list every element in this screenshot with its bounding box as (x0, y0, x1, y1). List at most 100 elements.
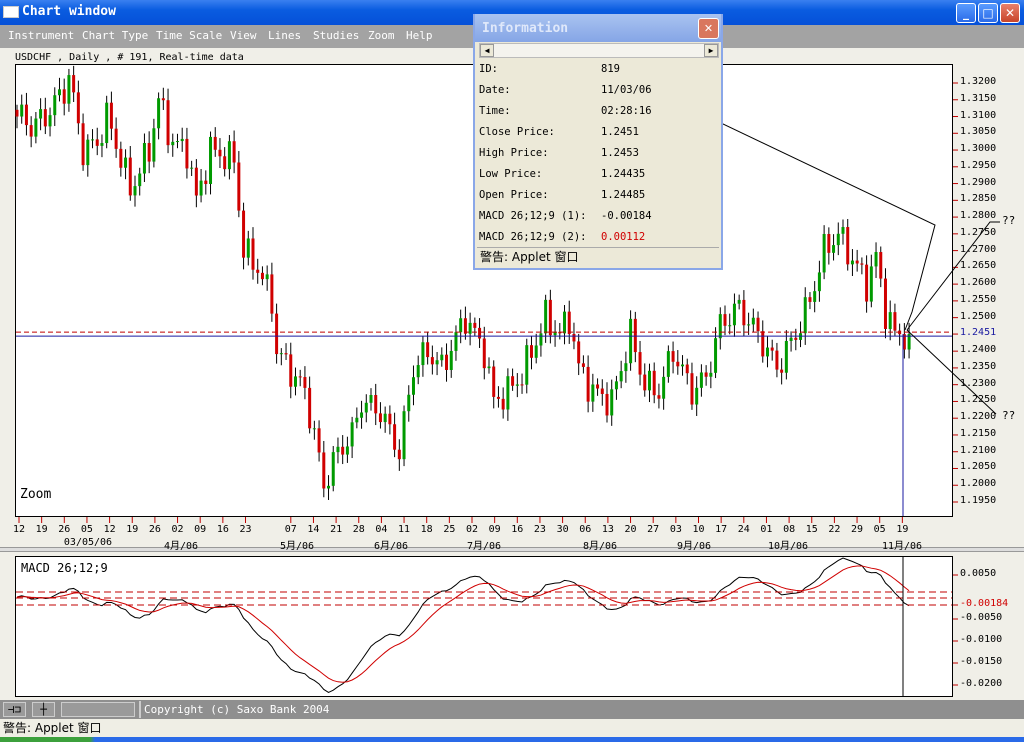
date-tick-label: 30 (556, 524, 569, 535)
month-label: 03/05/06 (63, 537, 113, 548)
date-tick-label: 04 (375, 524, 388, 535)
price-tick-label: 1.2100 (960, 444, 997, 456)
crosshair-button[interactable]: ┼ (32, 702, 55, 717)
pane-splitter[interactable] (0, 547, 1024, 552)
menu-chart-type[interactable]: Chart Type (82, 29, 148, 42)
month-label: 9月/06 (676, 541, 712, 552)
close-button[interactable]: ✕ (1000, 3, 1020, 23)
date-tick-label: 01 (760, 524, 773, 535)
price-tick-label: 1.2500 (960, 310, 997, 322)
pin-button[interactable]: ⊣⊐ (3, 702, 26, 717)
price-tick-label: 1.2050 (960, 461, 997, 473)
maximize-button[interactable]: □ (978, 3, 998, 23)
info-value: 1.2453 (601, 147, 639, 159)
price-tick-label: 1.2250 (960, 394, 997, 406)
info-value: 11/03/06 (601, 84, 652, 96)
date-tick-label: 13 (601, 524, 614, 535)
date-tick-label: 16 (511, 524, 524, 535)
date-tick-label: 25 (443, 524, 456, 535)
date-tick-label: 19 (126, 524, 139, 535)
info-title-bar[interactable]: Information ✕ (475, 14, 721, 42)
menu-instrument[interactable]: Instrument (8, 29, 74, 42)
date-tick-label: 23 (533, 524, 546, 535)
price-tick-label: 1.1950 (960, 495, 997, 506)
price-tick-label: 1.2750 (960, 226, 997, 238)
date-tick-label: 08 (783, 524, 796, 535)
date-tick-label: 19 (35, 524, 48, 535)
menu-help[interactable]: Help (406, 29, 433, 42)
info-label: Date: (479, 84, 511, 96)
info-horizontal-scrollbar[interactable]: ◀ ▶ (479, 43, 719, 58)
menu-lines[interactable]: Lines (268, 29, 301, 42)
macd-title: MACD 26;12;9 (21, 561, 108, 575)
date-tick-label: 06 (579, 524, 592, 535)
info-value: 02:28:16 (601, 105, 652, 117)
macd-tick-label: -0.0150 (960, 656, 1003, 667)
date-tick-label: 07 (284, 524, 297, 535)
menu-studies[interactable]: Studies (313, 29, 359, 42)
date-tick-label: 22 (828, 524, 841, 535)
minimize-button[interactable]: _ (956, 3, 976, 23)
price-tick-label: 1.2451 (960, 327, 997, 339)
date-tick-label: 23 (239, 524, 252, 535)
info-label: MACD 26;12;9 (2): (479, 231, 587, 243)
month-label: 4月/06 (163, 541, 199, 552)
information-dialog: Information ✕ ◀ ▶ ID: 819 Date: 11/03/06 Tim… (473, 14, 723, 270)
date-tick-label: 19 (896, 524, 909, 535)
scroll-right-icon[interactable]: ▶ (704, 44, 718, 57)
date-tick-label: 17 (715, 524, 728, 535)
info-label: ID: (479, 63, 498, 75)
menu-view[interactable]: View (230, 29, 257, 42)
app-icon (3, 6, 19, 18)
zoom-label[interactable]: Zoom (20, 487, 51, 502)
price-tick-label: 1.2600 (960, 277, 997, 289)
annotation-label: ?? (1002, 409, 1016, 422)
price-tick-label: 1.2550 (960, 293, 997, 305)
info-label: Low Price: (479, 168, 543, 180)
price-tick-label: 1.2150 (960, 427, 997, 439)
window-title: Chart window (22, 4, 116, 19)
toolbar-field (61, 702, 135, 717)
macd-tick-label: 0.0050 (960, 568, 997, 579)
info-label: Time: (479, 105, 511, 117)
date-tick-label: 20 (624, 524, 637, 535)
info-value: 1.24485 (601, 189, 646, 201)
date-tick-label: 05 (873, 524, 886, 535)
date-tick-label: 21 (330, 524, 343, 535)
info-close-button[interactable]: ✕ (698, 18, 719, 39)
date-tick-label: 02 (171, 524, 184, 535)
month-label: 7月/06 (466, 541, 502, 552)
macd-chart-area[interactable] (15, 556, 953, 697)
menu-zoom[interactable]: Zoom (368, 29, 395, 42)
price-tick-label: 1.2000 (960, 478, 997, 490)
month-label: 11月/06 (881, 541, 923, 552)
price-tick-label: 1.2850 (960, 193, 997, 205)
status-bar: 警告: Applet 窗口 (0, 719, 1024, 737)
scroll-left-icon[interactable]: ◀ (480, 44, 494, 57)
price-tick-label: 1.2650 (960, 260, 997, 272)
price-tick-label: 1.2300 (960, 377, 997, 389)
price-tick-label: 1.3000 (960, 143, 997, 155)
date-tick-label: 18 (420, 524, 433, 535)
price-tick-label: 1.3050 (960, 126, 997, 138)
macd-tick-label: -0.0200 (960, 678, 1003, 689)
month-label: 5月/06 (279, 541, 315, 552)
info-label: MACD 26;12;9 (1): (479, 210, 587, 222)
date-tick-label: 27 (647, 524, 660, 535)
price-tick-label: 1.2700 (960, 243, 997, 255)
price-tick-label: 1.3200 (960, 76, 997, 87)
date-tick-label: 11 (398, 524, 411, 535)
date-tick-label: 14 (307, 524, 320, 535)
price-tick-label: 1.2900 (960, 176, 997, 188)
info-value: -0.00184 (601, 210, 652, 222)
date-tick-label: 16 (216, 524, 229, 535)
info-status: 警告: Applet 窗口 (477, 247, 719, 265)
price-tick-label: 1.2800 (960, 210, 997, 222)
price-tick-label: 1.2200 (960, 411, 997, 423)
copyright-text: Copyright (c) Saxo Bank 2004 (139, 701, 1024, 718)
macd-tick-label: -0.0050 (960, 612, 1003, 623)
date-tick-label: 03 (669, 524, 682, 535)
price-tick-label: 1.2350 (960, 360, 997, 372)
menu-time-scale[interactable]: Time Scale (156, 29, 222, 42)
info-value: 1.2451 (601, 126, 639, 138)
